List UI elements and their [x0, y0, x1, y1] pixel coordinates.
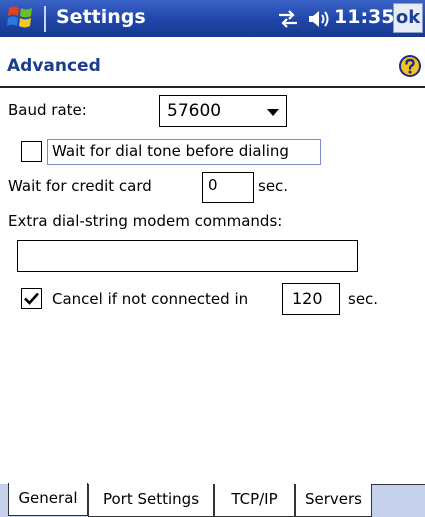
clock[interactable]: 11:35 — [334, 6, 394, 28]
tab-tcp-ip[interactable]: TCP/IP — [214, 484, 295, 517]
baud-rate-label: Baud rate: — [8, 101, 87, 119]
extra-commands-label: Extra dial-string modem commands: — [8, 212, 283, 230]
help-icon[interactable] — [398, 54, 422, 78]
dial-tone-label[interactable]: Wait for dial tone before dialing — [52, 142, 289, 160]
baud-rate-dropdown[interactable]: 57600 — [159, 95, 287, 127]
credit-card-label: Wait for credit card — [8, 177, 152, 195]
volume-icon[interactable] — [307, 8, 331, 30]
header-divider — [0, 86, 425, 88]
cancel-timeout-input[interactable]: 120 — [282, 283, 340, 315]
cancel-checkbox[interactable] — [21, 288, 42, 309]
windows-start-icon[interactable] — [6, 4, 36, 32]
cancel-label[interactable]: Cancel if not connected in — [52, 290, 248, 308]
cancel-timeout-value: 120 — [292, 289, 323, 308]
extra-commands-input[interactable] — [17, 240, 358, 272]
checkmark-icon — [24, 292, 39, 305]
credit-card-unit: sec. — [258, 177, 289, 195]
tab-port-settings[interactable]: Port Settings — [88, 484, 214, 517]
page-title: Advanced — [7, 56, 101, 76]
title-bar: Settings 11:35 ok — [0, 0, 425, 37]
baud-rate-value: 57600 — [167, 101, 222, 121]
ok-button[interactable]: ok — [393, 3, 423, 33]
cancel-unit: sec. — [348, 290, 379, 308]
tab-general[interactable]: General — [8, 483, 88, 516]
tab-servers[interactable]: Servers — [295, 484, 372, 517]
app-title: Settings — [56, 6, 146, 28]
dial-tone-checkbox[interactable] — [21, 141, 42, 162]
connectivity-icon[interactable] — [277, 9, 299, 29]
credit-card-wait-input[interactable]: 0 — [202, 172, 254, 203]
title-separator — [44, 6, 46, 32]
chevron-down-icon[interactable] — [267, 109, 279, 116]
credit-card-wait-value: 0 — [208, 176, 218, 194]
